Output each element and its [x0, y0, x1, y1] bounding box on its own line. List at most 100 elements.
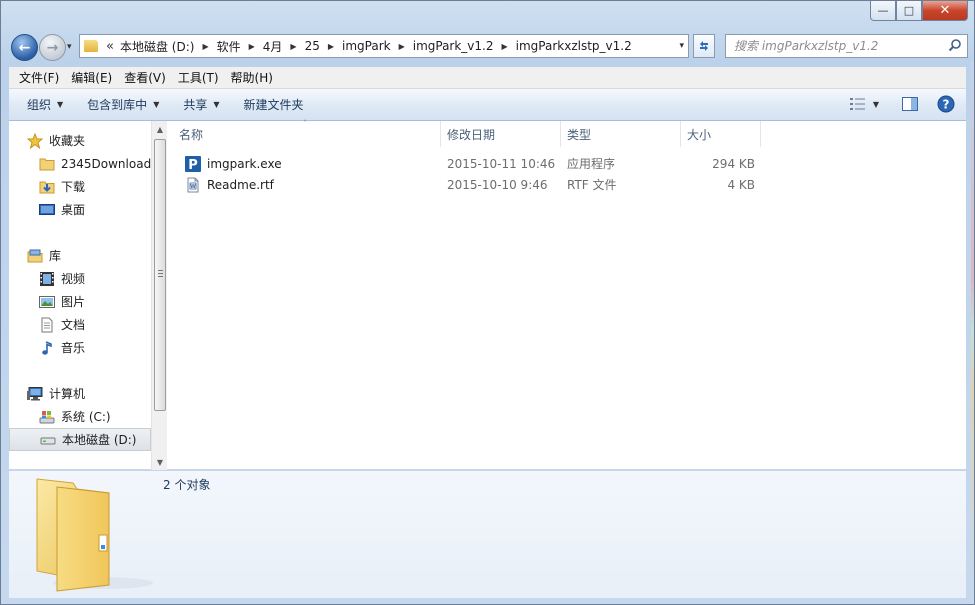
breadcrumb-overflow[interactable]: « [106, 39, 114, 54]
svg-text:P: P [188, 158, 198, 172]
refresh-button[interactable] [693, 34, 715, 58]
menu-edit[interactable]: 编辑(E) [65, 69, 118, 86]
sidebar-group-libraries[interactable]: 库 [9, 244, 151, 267]
chevron-down-icon: ▼ [872, 99, 880, 109]
column-date-modified[interactable]: 修改日期 [441, 121, 561, 147]
back-button[interactable]: ← [11, 34, 38, 61]
new-folder-button[interactable]: 新建文件夹 [232, 96, 316, 113]
organize-label: 组织 [27, 98, 52, 112]
menu-tools[interactable]: 工具(T) [172, 69, 225, 86]
breadcrumb-separator[interactable]: ▶ [399, 42, 405, 51]
sidebar-item-desktop[interactable]: 桌面 [9, 198, 151, 221]
minimize-button[interactable]: — [870, 1, 896, 21]
scroll-up-button[interactable]: ▲ [152, 121, 167, 137]
sidebar-group-favorites[interactable]: 收藏夹 [9, 129, 151, 152]
menu-view[interactable]: 查看(V) [118, 69, 172, 86]
breadcrumb-separator[interactable]: ▶ [328, 42, 334, 51]
imgpark-app-icon: P [185, 155, 201, 172]
organize-button[interactable]: 组织 ▼ [15, 96, 75, 113]
column-type[interactable]: 类型 [561, 121, 681, 147]
rtf-document-icon: W [187, 177, 199, 192]
share-button[interactable]: 共享 ▼ [171, 96, 231, 113]
breadcrumb-separator[interactable]: ▶ [202, 42, 208, 51]
change-view-button[interactable] [848, 95, 868, 113]
scroll-down-button[interactable]: ▼ [152, 454, 167, 470]
command-bar: 组织 ▼ 包含到库中 ▼ 共享 ▼ 新建文件夹 ▼ ? [9, 89, 966, 121]
include-in-library-button[interactable]: 包含到库中 ▼ [75, 96, 171, 113]
help-button[interactable]: ? [936, 95, 956, 113]
file-name-cell[interactable]: P imgpark.exe [167, 155, 441, 172]
breadcrumb-item[interactable]: 25 [305, 39, 320, 53]
preview-pane-button[interactable] [900, 95, 920, 113]
menu-bar: 文件(F) 编辑(E) 查看(V) 工具(T) 帮助(H) [9, 67, 966, 89]
breadcrumb-item[interactable]: 4月 [263, 38, 283, 55]
close-button[interactable]: ✕ [922, 1, 968, 21]
scrollbar-thumb[interactable] [154, 139, 166, 411]
sidebar-item-pictures[interactable]: 图片 [9, 290, 151, 313]
breadcrumb-item[interactable]: 本地磁盘 (D:) [120, 38, 194, 55]
column-name[interactable]: ˄ 名称 [167, 119, 441, 147]
file-row[interactable]: W Readme.rtf 2015-10-10 9:46 RTF 文件 4 KB [167, 174, 755, 195]
chevron-down-icon: ▼ [153, 100, 160, 109]
maximize-button[interactable]: □ [896, 1, 922, 21]
chevron-down-icon: ▼ [213, 100, 220, 109]
forward-button[interactable]: → [39, 34, 66, 61]
navigation-row: ← → ▾ « 本地磁盘 (D:) ▶ 软件 ▶ 4月 ▶ 25 ▶ imgPa… [9, 31, 968, 63]
search-box[interactable] [725, 34, 968, 58]
file-name: imgpark.exe [207, 156, 282, 171]
breadcrumb-separator[interactable]: ▶ [249, 42, 255, 51]
breadcrumb-item[interactable]: imgPark [342, 39, 391, 53]
recent-pages-dropdown[interactable]: ▾ [67, 42, 72, 52]
sidebar-item-downloads[interactable]: 下载 [9, 175, 151, 198]
sidebar-item-label: 2345Downloads [61, 156, 158, 171]
file-type: 应用程序 [567, 157, 616, 171]
menu-file[interactable]: 文件(F) [13, 69, 65, 86]
sidebar-item-documents[interactable]: 文档 [9, 313, 151, 336]
menu-help[interactable]: 帮助(H) [225, 69, 279, 86]
search-input[interactable] [734, 39, 939, 53]
svg-text:?: ? [943, 98, 950, 112]
file-date: 2015-10-10 9:46 [447, 177, 548, 192]
search-icon[interactable] [948, 38, 962, 52]
item-count: 2 个对象 [163, 478, 211, 492]
breadcrumb-separator[interactable]: ▶ [290, 42, 296, 51]
details-pane: 2 个对象 [9, 471, 966, 598]
hard-drive-icon [40, 432, 56, 448]
downloads-folder-icon [39, 179, 55, 195]
sidebar-item-2345downloads[interactable]: 2345Downloads [9, 152, 157, 175]
view-options-dropdown[interactable]: ▼ [870, 95, 882, 113]
sidebar-item-label: 系统 (C:) [61, 410, 111, 424]
svg-text:W: W [190, 184, 196, 190]
file-name-cell[interactable]: W Readme.rtf [167, 177, 441, 193]
sidebar-item-label: 图片 [61, 295, 86, 309]
file-row[interactable]: P imgpark.exe 2015-10-11 10:46 应用程序 294 … [167, 153, 755, 174]
sidebar-item-label: 文档 [61, 318, 86, 332]
explorer-window: — □ ✕ ← → ▾ « 本地磁盘 (D:) ▶ 软件 ▶ 4月 ▶ 25 ▶… [0, 0, 975, 605]
sidebar-group-computer[interactable]: 计算机 [9, 382, 151, 405]
share-label: 共享 [183, 98, 208, 112]
view-controls: ▼ ? [836, 95, 956, 113]
column-label: 大小 [687, 127, 712, 142]
sidebar-item-system-c[interactable]: 系统 (C:) [9, 405, 151, 428]
navigation-scrollbar[interactable]: ▲ ▼ [151, 121, 167, 470]
caption-buttons: — □ ✕ [870, 1, 968, 21]
sidebar-item-local-disk-d[interactable]: 本地磁盘 (D:) [9, 428, 151, 451]
column-size[interactable]: 大小 [681, 121, 761, 147]
document-icon [39, 317, 55, 333]
breadcrumb-item[interactable]: imgPark_v1.2 [413, 39, 494, 53]
sidebar-group-label: 计算机 [49, 387, 86, 401]
sidebar-item-music[interactable]: 音乐 [9, 336, 151, 359]
folder-icon [84, 40, 98, 52]
sidebar-item-label: 本地磁盘 (D:) [62, 433, 137, 447]
star-icon [27, 132, 43, 149]
breadcrumb-item[interactable]: 软件 [217, 38, 241, 55]
breadcrumb-item-current[interactable]: imgParkxzlstp_v1.2 [516, 39, 632, 53]
address-bar[interactable]: « 本地磁盘 (D:) ▶ 软件 ▶ 4月 ▶ 25 ▶ imgPark ▶ i… [79, 34, 689, 58]
navigation-tree: 收藏夹 2345Downloads 下载 桌面 库 视频 图片 文档 音乐 计算… [9, 129, 157, 451]
sidebar-item-videos[interactable]: 视频 [9, 267, 151, 290]
file-type: RTF 文件 [567, 178, 617, 192]
breadcrumb-separator[interactable]: ▶ [502, 42, 508, 51]
picture-icon [39, 294, 55, 310]
address-dropdown[interactable]: ▾ [679, 41, 684, 51]
